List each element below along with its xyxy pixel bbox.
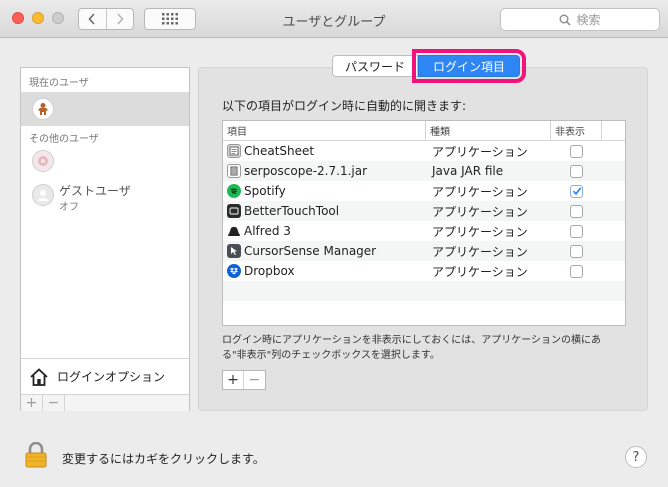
title-bar: ユーザとグループ 検索: [0, 0, 668, 38]
item-name: CursorSense Manager: [244, 244, 377, 258]
item-kind: アプリケーション: [432, 264, 528, 279]
item-kind: Java JAR file: [432, 164, 504, 178]
gingerbread-avatar-icon: [38, 103, 48, 115]
hide-checkbox[interactable]: [570, 204, 583, 218]
tab-login-items[interactable]: ログイン項目: [412, 49, 527, 83]
alfred-icon: [227, 224, 241, 238]
login-options-label: ログインオプション: [57, 370, 166, 384]
lock-button[interactable]: [24, 441, 48, 471]
item-kind: アプリケーション: [432, 244, 528, 259]
user-list: 現在のユーザ その他のユーザ ゲストユーザ オフ ログインオプション + −: [20, 67, 190, 411]
login-items-instruction: 以下の項目がログイン時に自動的に開きます:: [222, 99, 467, 113]
item-name: Alfred 3: [244, 224, 291, 238]
guest-user-status: オフ: [59, 202, 79, 213]
current-user-row[interactable]: [21, 92, 189, 126]
cheatsheet-icon: [227, 144, 241, 158]
item-kind: アプリケーション: [432, 204, 528, 219]
column-item[interactable]: 項目: [223, 121, 426, 140]
hide-checkbox[interactable]: [570, 244, 583, 258]
tab-password[interactable]: パスワード: [332, 55, 419, 77]
guest-user-name: ゲストユーザ: [59, 184, 131, 198]
table-row[interactable]: Dropbox アプリケーション: [223, 261, 625, 281]
spotify-icon: [227, 184, 241, 198]
item-name: CheatSheet: [244, 144, 315, 158]
item-name: serposcope-2.7.1.jar: [244, 164, 368, 178]
help-button[interactable]: ?: [625, 446, 647, 468]
table-row[interactable]: BetterTouchTool アプリケーション: [223, 201, 625, 221]
column-hide[interactable]: 非表示: [551, 121, 602, 140]
current-users-header: 現在のユーザ: [29, 78, 89, 89]
table-row[interactable]: CursorSense Manager アプリケーション: [223, 241, 625, 261]
hide-checkbox[interactable]: [570, 164, 583, 178]
item-name: BetterTouchTool: [244, 204, 340, 218]
lock-icon: [25, 441, 47, 468]
item-kind: アプリケーション: [432, 184, 528, 199]
login-items-note: ログイン時にアプリケーションを非表示にしておくには、アプリケーションの横にある"…: [222, 335, 601, 361]
search-icon: [559, 14, 572, 26]
search-input[interactable]: 検索: [500, 8, 660, 31]
checkmark-icon: [572, 187, 581, 196]
lock-label: 変更するにはカギをクリックします。: [62, 452, 265, 466]
item-kind: アプリケーション: [432, 144, 528, 159]
add-login-item-button[interactable]: +: [223, 371, 245, 389]
add-user-button[interactable]: +: [21, 395, 43, 411]
jar-icon: [227, 164, 241, 178]
flower-avatar-icon: [38, 156, 48, 166]
table-header: 項目 種類 非表示: [223, 121, 625, 141]
login-items-buttons: + −: [222, 370, 266, 390]
cursorsense-icon: [227, 244, 241, 258]
empty-row: [223, 281, 625, 301]
item-name: Dropbox: [244, 264, 295, 278]
item-kind: アプリケーション: [432, 224, 528, 239]
avatar: [32, 98, 54, 120]
column-kind[interactable]: 種類: [426, 121, 551, 140]
house-icon: [30, 367, 48, 386]
hide-checkbox[interactable]: [570, 144, 583, 158]
login-options-button[interactable]: ログインオプション: [21, 358, 189, 394]
other-users-header: その他のユーザ: [29, 134, 99, 145]
dropbox-icon: [227, 264, 241, 278]
table-row[interactable]: serposcope-2.7.1.jar Java JAR file: [223, 161, 625, 181]
hide-checkbox[interactable]: [570, 184, 583, 198]
avatar[interactable]: [32, 184, 54, 206]
table-row[interactable]: Spotify アプリケーション: [223, 181, 625, 201]
table-row[interactable]: Alfred 3 アプリケーション: [223, 221, 625, 241]
search-placeholder: 検索: [576, 13, 601, 27]
bettertouchtool-icon: [227, 204, 241, 218]
item-name: Spotify: [244, 184, 286, 198]
guest-user-icon: [37, 190, 49, 201]
table-row[interactable]: CheatSheet アプリケーション: [223, 141, 625, 161]
login-items-table: 項目 種類 非表示 CheatSheet アプリケーション serposcope…: [222, 120, 626, 326]
user-list-buttons: + −: [21, 394, 189, 411]
remove-login-item-button[interactable]: −: [244, 371, 265, 389]
hide-checkbox[interactable]: [570, 224, 583, 238]
hide-checkbox[interactable]: [570, 264, 583, 278]
tab-bar: パスワード ログイン項目: [332, 49, 527, 83]
remove-user-button[interactable]: −: [43, 395, 65, 411]
avatar[interactable]: [32, 150, 54, 172]
